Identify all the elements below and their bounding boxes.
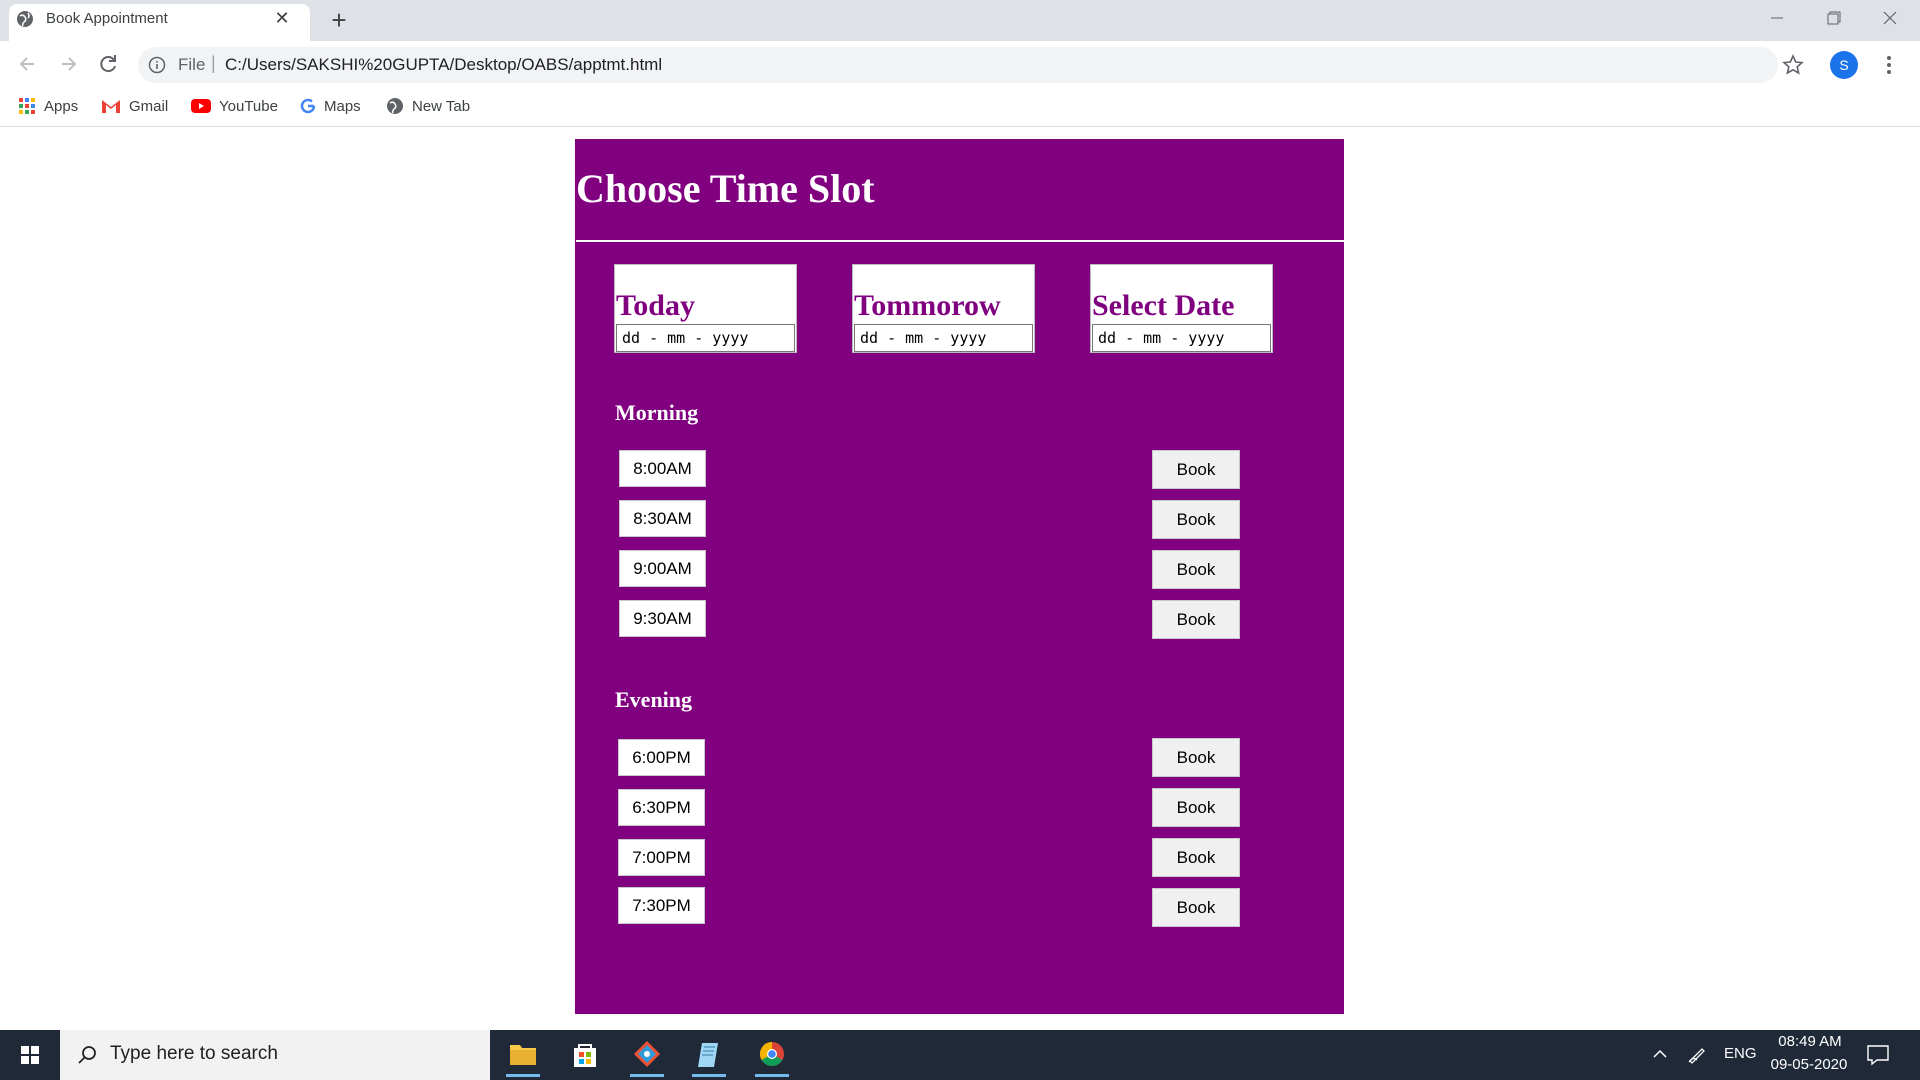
tray-chevron-up-icon[interactable] [1650,1044,1670,1064]
date-card-select: Select Date dd - mm - yyyy [1090,264,1273,353]
bookmarks-bar [0,88,1920,127]
url-separator: | [211,53,216,73]
date-input-today[interactable]: dd - mm - yyyy [616,324,795,352]
notification-icon[interactable] [1865,1042,1891,1068]
taskbar-search-placeholder: Type here to search [110,1043,278,1064]
minimize-icon[interactable] [1762,6,1792,30]
time-slot-7-00pm[interactable]: 7:00PM [618,839,705,876]
evening-heading: Evening [615,687,693,712]
url-text[interactable]: C:/Users/SAKSHI%20GUPTA/Desktop/OABS/app… [225,55,662,75]
menu-kebab-icon[interactable] [1884,53,1894,77]
time-slot-9-30am[interactable]: 9:30AM [619,600,706,637]
url-scheme: File [178,55,206,74]
back-arrow-icon[interactable] [14,50,42,78]
folder-icon [510,1045,536,1065]
date-label-tomorrow: Tommorow [854,289,1001,322]
date-input-select[interactable]: dd - mm - yyyy [1092,324,1271,352]
gmail-icon [102,100,120,113]
date-card-tomorrow: Tommorow dd - mm - yyyy [852,264,1035,353]
search-icon [78,1046,96,1064]
profile-avatar[interactable]: S [1830,51,1858,79]
windows-start-icon[interactable] [0,1030,60,1080]
bookmark-star-icon[interactable] [1782,54,1804,76]
bookmark-label: New Tab [412,97,471,115]
active-indicator [630,1074,664,1077]
language-indicator[interactable]: ENG [1724,1045,1757,1062]
morning-heading: Morning [615,400,699,425]
bookmark-new-tab[interactable]: New Tab [386,94,470,118]
taskbar-notepad[interactable] [684,1033,734,1077]
notepad-icon [698,1043,718,1067]
time-slot-7-30pm[interactable]: 7:30PM [618,887,705,924]
chrome-icon [759,1042,784,1067]
date-card-today: Today dd - mm - yyyy [614,264,797,353]
book-button-9-30am[interactable]: Book [1152,600,1240,639]
new-tab-button[interactable]: + [326,7,352,34]
book-button-8-30am[interactable]: Book [1152,500,1240,539]
bookmark-label: Maps [324,97,361,115]
bookmark-label: YouTube [219,97,278,115]
bookmark-label: Apps [44,97,79,115]
date-input-tomorrow[interactable]: dd - mm - yyyy [854,324,1033,352]
globe-icon [387,98,403,114]
clock-date[interactable]: 09-05-2020 [1764,1056,1854,1073]
active-indicator [755,1074,789,1077]
taskbar-store[interactable] [560,1033,610,1077]
google-icon [300,98,316,114]
forward-arrow-icon[interactable] [54,50,82,78]
info-icon[interactable] [148,56,166,74]
page-title: Choose Time Slot [576,166,875,211]
active-indicator [506,1074,540,1077]
divider [576,240,1344,242]
close-window-icon[interactable] [1875,6,1905,30]
tab-title: Book Appointment [46,10,168,27]
tab-close-icon[interactable]: ✕ [272,8,292,28]
git-diamond-icon [634,1041,660,1067]
time-slot-8-30am[interactable]: 8:30AM [619,500,706,537]
taskbar-git-app[interactable] [622,1033,672,1077]
apps-grid-icon [19,98,35,114]
store-bag-icon [574,1044,596,1067]
taskbar-chrome[interactable] [747,1033,797,1077]
bookmark-youtube[interactable]: YouTube [191,94,278,118]
book-button-6-30pm[interactable]: Book [1152,788,1240,827]
bookmark-maps[interactable]: Maps [300,94,361,118]
taskbar-file-explorer[interactable] [498,1033,548,1077]
time-slot-6-30pm[interactable]: 6:30PM [618,789,705,826]
bookmark-apps[interactable]: Apps [18,94,78,118]
book-button-8-00am[interactable]: Book [1152,450,1240,489]
globe-icon [17,11,33,27]
time-slot-8-00am[interactable]: 8:00AM [619,450,706,487]
restore-icon[interactable] [1818,6,1848,30]
book-button-6-00pm[interactable]: Book [1152,738,1240,777]
time-slot-6-00pm[interactable]: 6:00PM [618,739,705,776]
bookmark-gmail[interactable]: Gmail [101,94,168,118]
reload-icon[interactable] [94,50,122,78]
book-button-9-00am[interactable]: Book [1152,550,1240,589]
book-button-7-00pm[interactable]: Book [1152,838,1240,877]
date-label-today: Today [616,289,695,322]
bookmark-label: Gmail [129,97,169,115]
date-label-select: Select Date [1092,289,1235,322]
clock-time[interactable]: 08:49 AM [1770,1033,1850,1050]
book-button-7-30pm[interactable]: Book [1152,888,1240,927]
pen-icon[interactable] [1685,1042,1709,1066]
time-slot-9-00am[interactable]: 9:00AM [619,550,706,587]
youtube-icon [191,99,211,113]
active-indicator [692,1074,726,1077]
